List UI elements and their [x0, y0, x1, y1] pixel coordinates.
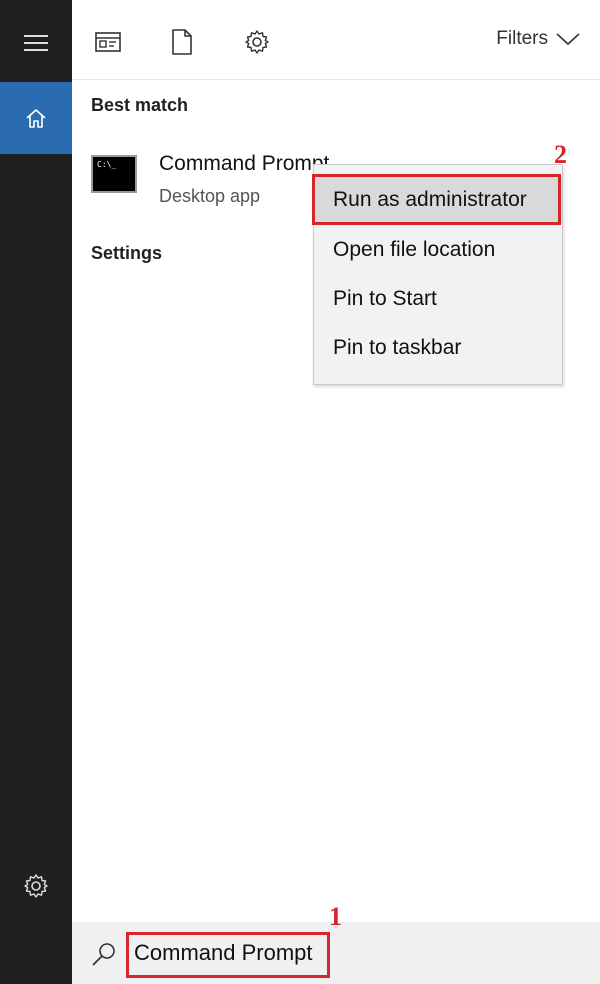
- settings-button[interactable]: [0, 850, 72, 922]
- gear-icon: [245, 30, 269, 54]
- home-icon: [26, 109, 46, 128]
- chevron-down-icon: [556, 33, 580, 46]
- menu-button[interactable]: [0, 0, 72, 86]
- settings-heading: Settings: [91, 243, 163, 263]
- search-icon: [92, 943, 115, 966]
- step-1-label: 1: [329, 902, 342, 931]
- menu-item-run-as-admin[interactable]: Run as administrator: [314, 177, 562, 223]
- toolbar: Filters: [72, 0, 600, 80]
- menu-item-pin-to-taskbar[interactable]: Pin to taskbar: [314, 325, 562, 371]
- cmd-icon-text: C:\_: [97, 160, 117, 169]
- documents-filter-button[interactable]: [164, 24, 200, 60]
- apps-filter-button[interactable]: [90, 24, 126, 60]
- cmd-app-icon: C:\_: [91, 155, 137, 193]
- menu-item-pin-to-start[interactable]: Pin to Start: [314, 276, 562, 322]
- settings-filter-button[interactable]: [239, 24, 275, 60]
- filters-dropdown[interactable]: Filters: [496, 28, 580, 50]
- filters-label: Filters: [496, 28, 548, 49]
- search-input[interactable]: Command Prompt: [134, 940, 313, 966]
- settings-gear-icon: [24, 874, 48, 898]
- context-menu: Run as administrator Open file location …: [313, 164, 563, 385]
- result-title: Command Prompt: [159, 152, 330, 175]
- best-match-heading: Best match: [91, 95, 189, 115]
- document-icon: [172, 29, 192, 55]
- home-button[interactable]: [0, 82, 72, 154]
- apps-icon: [95, 32, 121, 52]
- left-rail: [0, 0, 72, 984]
- menu-item-open-file-location[interactable]: Open file location: [314, 227, 562, 273]
- result-subtitle: Desktop app: [159, 186, 261, 206]
- command-prompt-result[interactable]: C:\_ Command Prompt Desktop app: [86, 146, 346, 218]
- hamburger-icon: [24, 35, 48, 51]
- step-2-label: 2: [554, 140, 567, 169]
